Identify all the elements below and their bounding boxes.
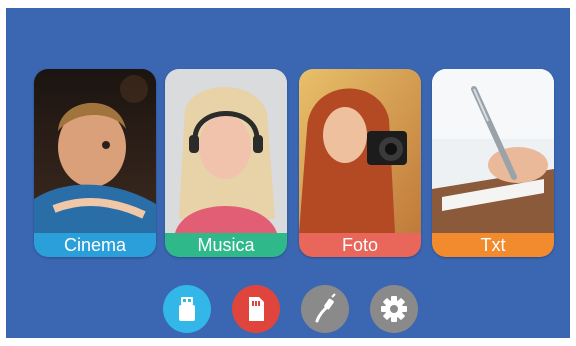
music-photo [165, 69, 287, 233]
media-menu-screen: Cinema Musica Foto Txt [6, 8, 570, 338]
tile-foto[interactable]: Foto [299, 69, 421, 257]
usb-icon [179, 297, 195, 321]
tile-foto-label: Foto [299, 233, 421, 257]
tile-txt[interactable]: Txt [432, 69, 554, 257]
sd-card-button[interactable] [232, 285, 280, 333]
tile-musica-label: Musica [165, 233, 287, 257]
tile-txt-label: Txt [432, 233, 554, 257]
usb-button[interactable] [163, 285, 211, 333]
cinema-photo [34, 69, 156, 233]
text-writing-photo [432, 69, 554, 233]
photo-camera-photo [299, 69, 421, 233]
tile-musica[interactable]: Musica [165, 69, 287, 257]
tile-cinema-label: Cinema [34, 233, 156, 257]
cable-icon [315, 293, 336, 323]
media-tiles: Cinema Musica Foto Txt [6, 8, 570, 338]
settings-button[interactable] [370, 285, 418, 333]
settings-icon [381, 296, 407, 322]
tile-cinema[interactable]: Cinema [34, 69, 156, 257]
sd-card-icon [249, 297, 264, 321]
cable-button[interactable] [301, 285, 349, 333]
